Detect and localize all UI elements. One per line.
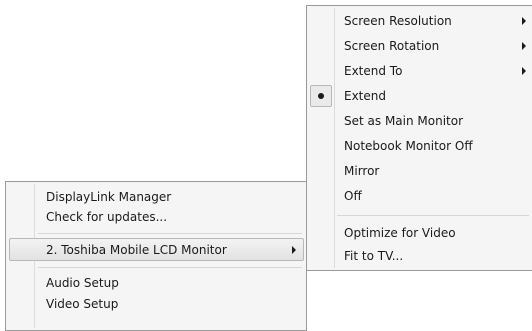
menu-item-screen-rotation[interactable]: Screen Rotation [344, 35, 529, 57]
menu-separator [337, 215, 529, 216]
menu-item-extend-to[interactable]: Extend To [344, 60, 529, 82]
menu-item-notebook-monitor-off[interactable]: Notebook Monitor Off [344, 135, 529, 157]
menu-item-label: 2. Toshiba Mobile LCD Monitor [46, 243, 227, 257]
menu-item-label: Optimize for Video [344, 226, 456, 240]
menu-item-displaylink-manager[interactable]: DisplayLink Manager [46, 186, 301, 208]
menu-item-label: Video Setup [46, 297, 119, 311]
menu-item-label: Off [344, 189, 362, 203]
menu-item-label: Screen Resolution [344, 14, 452, 28]
menu-item-set-as-main-monitor[interactable]: Set as Main Monitor [344, 110, 529, 132]
menu-item-label: Extend To [344, 64, 403, 78]
monitor-submenu: Screen Resolution Screen Rotation Extend… [306, 5, 532, 271]
radio-dot-icon [318, 93, 324, 99]
menu-item-label: Notebook Monitor Off [344, 139, 473, 153]
menu-item-toshiba-monitor[interactable]: 2. Toshiba Mobile LCD Monitor [46, 239, 301, 261]
submenu-arrow-icon [522, 17, 526, 25]
menu-item-extend[interactable]: Extend [344, 85, 529, 107]
selected-indicator [310, 85, 332, 107]
menu-item-label: Set as Main Monitor [344, 114, 464, 128]
menu-item-check-for-updates[interactable]: Check for updates... [46, 206, 301, 228]
menu-item-label: Mirror [344, 164, 380, 178]
menu-item-audio-setup[interactable]: Audio Setup [46, 272, 301, 294]
menu-item-video-setup[interactable]: Video Setup [46, 293, 301, 315]
menu-item-label: Fit to TV... [344, 249, 404, 263]
menu-gutter-divider [334, 8, 335, 268]
menu-item-fit-to-tv[interactable]: Fit to TV... [344, 245, 529, 267]
menu-item-label: Extend [344, 89, 386, 103]
menu-item-optimize-for-video[interactable]: Optimize for Video [344, 222, 529, 244]
menu-separator [38, 233, 302, 234]
menu-item-label: Audio Setup [46, 276, 119, 290]
submenu-arrow-icon [522, 42, 526, 50]
menu-item-off[interactable]: Off [344, 185, 529, 207]
menu-item-mirror[interactable]: Mirror [344, 160, 529, 182]
menu-item-label: Screen Rotation [344, 39, 440, 53]
menu-item-label: Check for updates... [46, 210, 168, 224]
submenu-arrow-icon [522, 67, 526, 75]
menu-item-screen-resolution[interactable]: Screen Resolution [344, 10, 529, 32]
menu-separator [38, 267, 302, 268]
menu-item-label: DisplayLink Manager [46, 190, 172, 204]
displaylink-context-menu: DisplayLink Manager Check for updates...… [5, 181, 307, 331]
submenu-arrow-icon [292, 246, 296, 254]
